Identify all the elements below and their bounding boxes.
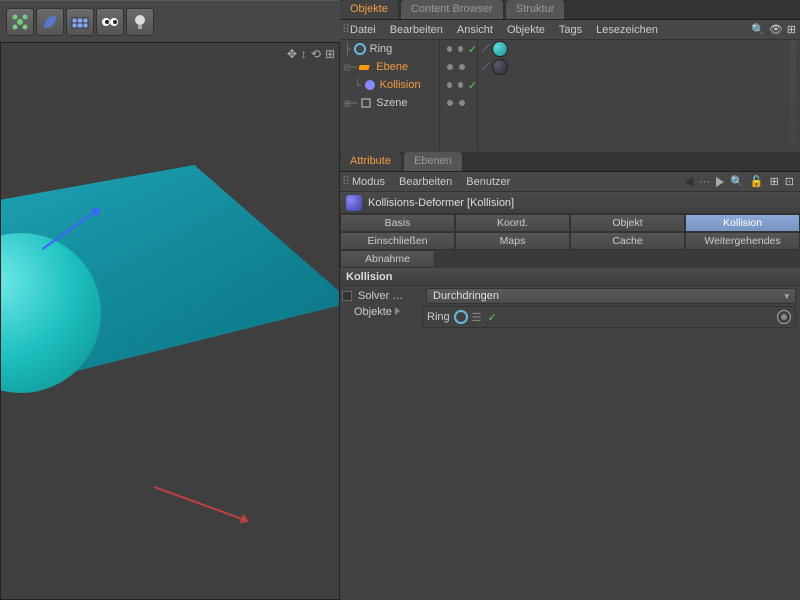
menu-datei[interactable]: Datei (350, 24, 376, 36)
tree-item-ring[interactable]: ├ Ring (340, 40, 439, 58)
vis-dot[interactable] (447, 100, 453, 106)
pan-icon[interactable]: ✥ (287, 47, 297, 61)
vis-dot[interactable] (459, 100, 465, 106)
tab-struktur[interactable]: Struktur (506, 0, 566, 19)
menu-modus[interactable]: Modus (352, 176, 385, 188)
plane-icon (359, 60, 373, 74)
expand-icon[interactable]: ⊞ (787, 23, 796, 36)
picker-icon[interactable] (777, 310, 791, 324)
menu-objekte[interactable]: Objekte (507, 24, 545, 36)
objekte-link-field[interactable]: Ring ☰ ✓ (422, 306, 796, 328)
tab-ebenen[interactable]: Ebenen (404, 152, 463, 171)
vis-dot[interactable] (447, 64, 453, 70)
history-back-icon[interactable] (685, 177, 693, 187)
menu-benutzer[interactable]: Benutzer (466, 176, 510, 188)
history-icon[interactable]: ⋯ (699, 175, 710, 188)
expand-icon[interactable]: ⊡ (785, 175, 794, 188)
proptab-kollision[interactable]: Kollision (685, 214, 800, 232)
rotate-icon[interactable]: ⟲ (311, 47, 321, 61)
phong-tag-icon[interactable]: ⟋ (482, 61, 490, 74)
tree-item-kollision[interactable]: └ Kollision (340, 76, 439, 94)
enabled-check[interactable]: ✓ (488, 311, 497, 324)
deformer-icon (346, 195, 362, 211)
solver-dropdown[interactable]: Durchdringen (426, 288, 796, 304)
new-window-icon[interactable]: ⊞ (770, 175, 779, 188)
menu-bearbeiten[interactable]: Bearbeiten (390, 24, 443, 36)
bars-icon: ☰ (472, 311, 482, 324)
leaf-tool-button[interactable] (36, 8, 64, 36)
vis-dot[interactable] (447, 46, 452, 52)
x-axis (154, 486, 249, 522)
attribute-manager-tabs: Attribute Ebenen (340, 152, 800, 172)
ring-icon (353, 42, 367, 56)
right-panel: Objekte Content Browser Struktur ⠿ Datei… (340, 0, 800, 600)
ring-icon (454, 310, 468, 324)
vis-dot[interactable] (458, 82, 463, 88)
object-tree: ├ Ring ⊟─ Ebene └ Kollision ⊞─ Szene ✓ (340, 40, 800, 150)
linked-object-name: Ring (427, 311, 450, 323)
bulb-tool-button[interactable] (126, 8, 154, 36)
eye-icon[interactable]: 👁 (769, 23, 783, 36)
enabled-check[interactable]: ✓ (468, 43, 477, 56)
object-manager-menu: ⠿ Datei Bearbeiten Ansicht Objekte Tags … (340, 20, 800, 40)
zoom-icon[interactable]: ↕ (301, 47, 307, 61)
left-toolbar (0, 0, 340, 42)
tree-scrollbar[interactable] (790, 40, 796, 150)
search-icon[interactable]: 🔍 (730, 175, 744, 188)
menu-tags[interactable]: Tags (559, 24, 582, 36)
material-tag[interactable] (492, 59, 508, 75)
menu-lesezeichen[interactable]: Lesezeichen (596, 24, 658, 36)
null-icon (359, 96, 373, 110)
proptab-basis[interactable]: Basis (340, 214, 455, 232)
material-tag[interactable] (492, 41, 508, 57)
lock-icon[interactable]: 🔓 (750, 175, 764, 188)
tab-content-browser[interactable]: Content Browser (401, 0, 504, 19)
menu-ansicht[interactable]: Ansicht (457, 24, 493, 36)
tab-objekte[interactable]: Objekte (340, 0, 399, 19)
param-anim-toggle[interactable] (342, 291, 352, 301)
enabled-check[interactable]: ✓ (468, 79, 477, 92)
attribute-menu: ⠿ Modus Bearbeiten Benutzer ⋯ 🔍 🔓 ⊞ ⊡ (340, 172, 800, 192)
tab-attribute[interactable]: Attribute (340, 152, 402, 171)
vis-dot[interactable] (447, 82, 452, 88)
grip-icon[interactable]: ⠿ (342, 23, 350, 36)
proptab-einschliessen[interactable]: Einschließen (340, 232, 455, 250)
section-kollision: Kollision (340, 268, 800, 286)
deformer-icon (363, 78, 377, 92)
search-icon[interactable]: 🔍 (751, 23, 765, 36)
atom-tool-button[interactable] (6, 8, 34, 36)
viewport[interactable]: ✥ ↕ ⟲ ⊞ (0, 42, 340, 600)
eyes-tool-button[interactable] (96, 8, 124, 36)
proptab-objekt[interactable]: Objekt (570, 214, 685, 232)
tree-item-ebene[interactable]: ⊟─ Ebene (340, 58, 439, 76)
proptab-cache[interactable]: Cache (570, 232, 685, 250)
object-manager-tabs: Objekte Content Browser Struktur (340, 0, 800, 20)
tree-names-column: ├ Ring ⊟─ Ebene └ Kollision ⊞─ Szene (340, 40, 440, 150)
vis-dot[interactable] (459, 64, 465, 70)
viewport-nav-tools: ✥ ↕ ⟲ ⊞ (287, 47, 335, 61)
objekte-label: Objekte (352, 306, 422, 318)
property-tabs: Basis Koord. Objekt Kollision Einschließ… (340, 214, 800, 268)
tree-item-szene[interactable]: ⊞─ Szene (340, 94, 439, 112)
proptab-abnahme[interactable]: Abnahme (340, 250, 435, 268)
grid-tool-button[interactable] (66, 8, 94, 36)
param-solver: Solver … Durchdringen (340, 286, 800, 306)
attribute-header: Kollisions-Deformer [Kollision] (340, 192, 800, 214)
vis-dot[interactable] (458, 46, 463, 52)
tree-visibility-column: ✓ ✓ (440, 40, 478, 150)
phong-tag-icon[interactable]: ⟋ (482, 43, 490, 56)
proptab-weitergehendes[interactable]: Weitergehendes (685, 232, 800, 250)
menu-bearbeiten[interactable]: Bearbeiten (399, 176, 452, 188)
proptab-koord[interactable]: Koord. (455, 214, 570, 232)
solver-label: Solver … (356, 290, 426, 302)
maximize-icon[interactable]: ⊞ (325, 47, 335, 61)
obj-menu-right-icons: 🔍 👁 ⊞ (751, 23, 796, 36)
history-forward-icon[interactable] (716, 177, 724, 187)
grip-icon[interactable]: ⠿ (342, 175, 350, 188)
param-objekte: Objekte Ring ☰ ✓ (340, 306, 800, 332)
tree-tags-column: ⟋ ⟋ (478, 40, 800, 150)
attribute-title: Kollisions-Deformer [Kollision] (368, 197, 514, 209)
proptab-maps[interactable]: Maps (455, 232, 570, 250)
